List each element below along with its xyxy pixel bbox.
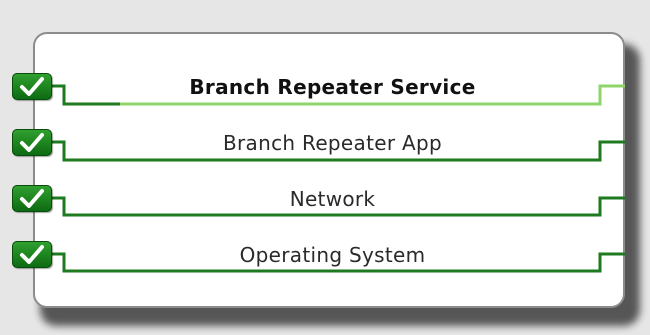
row-label-network: Network <box>289 187 376 211</box>
status-badge-branch-repeater-service[interactable] <box>12 73 52 100</box>
row-label-branch-repeater-service: Branch Repeater Service <box>189 75 476 99</box>
check-icon <box>20 133 44 152</box>
status-badge-network[interactable] <box>12 185 52 212</box>
status-badge-operating-system[interactable] <box>12 241 52 268</box>
dependency-lines <box>52 84 625 273</box>
check-icon <box>20 77 44 96</box>
check-icon <box>20 245 44 264</box>
check-icon <box>20 189 44 208</box>
status-badge-branch-repeater-app[interactable] <box>12 129 52 156</box>
row-label-branch-repeater-app: Branch Repeater App <box>223 131 442 155</box>
row-label-operating-system: Operating System <box>239 243 426 267</box>
